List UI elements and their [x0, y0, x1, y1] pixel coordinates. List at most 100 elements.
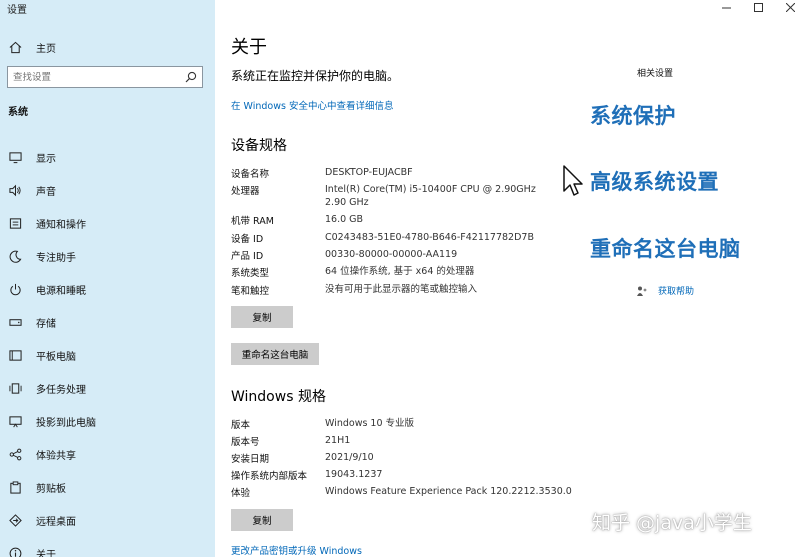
spec-key: 体验: [231, 488, 251, 499]
spec-value: Windows 10 专业版: [325, 418, 415, 429]
multitask-icon: [8, 382, 22, 396]
sidebar-item-about[interactable]: 关于: [8, 537, 96, 557]
spec-value: 00330-80000-00000-AA119: [325, 249, 458, 260]
spec-value: C0243483-51E0-4780-B646-F42117782D7B: [325, 232, 534, 243]
spec-row: 系统类型 64 位操作系统, 基于 x64 的处理器: [231, 265, 540, 279]
sidebar-item-display[interactable]: 显示: [8, 141, 96, 174]
spec-row: 版本号 21H1: [231, 434, 540, 448]
spec-row: 机带 RAM 16.0 GB: [231, 213, 540, 227]
share-icon: [8, 448, 22, 462]
sidebar-item-label: 声音: [36, 187, 56, 198]
spec-key: 笔和触控: [231, 286, 270, 297]
sidebar-item-label: 专注助手: [36, 253, 76, 264]
copy-windows-specs-button[interactable]: 复制: [231, 509, 293, 531]
search-icon[interactable]: [185, 71, 197, 83]
spec-key: 产品 ID: [231, 251, 264, 262]
sidebar-item-focus-assist[interactable]: 专注助手: [8, 240, 96, 273]
minimize-button[interactable]: [710, 0, 742, 14]
copy-device-specs-button[interactable]: 复制: [231, 306, 293, 328]
sidebar-item-label: 主页: [36, 43, 56, 55]
window-title: 设置: [7, 5, 27, 16]
spec-key: 操作系统内部版本: [231, 471, 308, 482]
spec-value: DESKTOP-EUJACBF: [325, 167, 413, 178]
close-button[interactable]: [774, 0, 806, 14]
minimize-icon: [721, 7, 731, 8]
search-input[interactable]: [13, 71, 185, 83]
spec-key: 处理器: [231, 186, 260, 197]
security-center-link[interactable]: 在 Windows 安全中心中查看详细信息: [231, 98, 393, 112]
sidebar-item-label: 存储: [36, 319, 56, 330]
home-icon: [8, 40, 22, 54]
sidebar-item-sound[interactable]: 声音: [8, 174, 96, 207]
spec-row: 设备名称 DESKTOP-EUJACBF: [231, 166, 540, 180]
upgrade-windows-link[interactable]: 更改产品密钥或升级 Windows: [231, 543, 362, 557]
sidebar-item-remote-desktop[interactable]: 远程桌面: [8, 504, 96, 537]
sidebar-item-label: 远程桌面: [36, 517, 76, 528]
spec-value: 64 位操作系统, 基于 x64 的处理器: [325, 266, 475, 277]
sidebar-item-multitasking[interactable]: 多任务处理: [8, 372, 96, 405]
spec-row: 笔和触控 没有可用于此显示器的笔或触控输入: [231, 283, 540, 297]
spec-key: 机带 RAM: [231, 216, 274, 227]
spec-value: Intel(R) Core(TM) i5-10400F CPU @ 2.90GH…: [325, 184, 536, 208]
device-specs-heading: 设备规格: [231, 138, 287, 154]
get-help-link[interactable]: 获取帮助: [658, 284, 694, 297]
remote-desktop-icon: [8, 514, 22, 528]
clipboard-icon: [8, 481, 22, 495]
spec-row: 设备 ID C0243483-51E0-4780-B646-F42117782D…: [231, 231, 540, 245]
watermark: 知乎 @java小学生: [592, 512, 752, 534]
window-controls: [710, 0, 806, 14]
help-icon: [637, 286, 647, 296]
close-icon: [785, 2, 795, 12]
sidebar-item-home[interactable]: 主页: [8, 38, 56, 56]
sidebar-item-notifications[interactable]: 通知和操作: [8, 207, 96, 240]
search-box[interactable]: [7, 66, 203, 88]
sidebar-item-storage[interactable]: 存储: [8, 306, 96, 339]
storage-icon: [8, 316, 22, 330]
spec-key: 安装日期: [231, 454, 270, 465]
page-title: 关于: [231, 37, 267, 58]
sidebar-item-label: 剪贴板: [36, 484, 66, 495]
maximize-icon: [753, 2, 763, 12]
spec-key: 系统类型: [231, 268, 270, 279]
moon-icon: [8, 250, 22, 264]
sidebar-item-tablet[interactable]: 平板电脑: [8, 339, 96, 372]
sidebar-item-label: 通知和操作: [36, 220, 86, 231]
rename-pc-link[interactable]: 重命名这台电脑: [590, 233, 741, 263]
spec-row: 产品 ID 00330-80000-00000-AA119: [231, 248, 540, 262]
maximize-button[interactable]: [742, 0, 774, 14]
spec-row: 操作系统内部版本 19043.1237: [231, 468, 540, 482]
sidebar-item-power[interactable]: 电源和睡眠: [8, 273, 96, 306]
spec-key: 设备名称: [231, 169, 270, 180]
windows-specs-heading: Windows 规格: [231, 389, 326, 405]
sidebar-item-label: 显示: [36, 154, 56, 165]
power-icon: [8, 283, 22, 297]
spec-key: 设备 ID: [231, 234, 264, 245]
notification-icon: [8, 217, 22, 231]
spec-value: 2021/9/10: [325, 452, 374, 463]
get-help-row[interactable]: 获取帮助: [636, 284, 694, 297]
sidebar-item-clipboard[interactable]: 剪贴板: [8, 471, 96, 504]
spec-value: 没有可用于此显示器的笔或触控输入: [325, 284, 478, 295]
sidebar-item-project[interactable]: 投影到此电脑: [8, 405, 96, 438]
sidebar-item-label: 多任务处理: [36, 385, 86, 396]
system-protection-link[interactable]: 系统保护: [590, 100, 676, 130]
spec-row: 版本 Windows 10 专业版: [231, 417, 540, 431]
monitor-icon: [8, 151, 22, 165]
rename-pc-button[interactable]: 重命名这台电脑: [231, 343, 319, 365]
protection-status: 系统正在监控并保护你的电脑。: [231, 69, 400, 83]
related-settings-title: 相关设置: [637, 69, 674, 79]
spec-value: 21H1: [325, 435, 351, 446]
sidebar-item-shared-experiences[interactable]: 体验共享: [8, 438, 96, 471]
tablet-icon: [8, 349, 22, 363]
sidebar-section-label: 系统: [8, 107, 28, 118]
sidebar-item-label: 平板电脑: [36, 352, 76, 363]
spec-value: Windows Feature Experience Pack 120.2212…: [325, 486, 572, 497]
spec-row: 体验 Windows Feature Experience Pack 120.2…: [231, 485, 572, 499]
sidebar-item-label: 电源和睡眠: [36, 286, 86, 297]
spec-key: 版本: [231, 420, 251, 431]
spec-row: 安装日期 2021/9/10: [231, 451, 540, 465]
spec-value: 16.0 GB: [325, 214, 364, 225]
spec-row: 处理器 Intel(R) Core(TM) i5-10400F CPU @ 2.…: [231, 183, 540, 209]
spec-key: 版本号: [231, 437, 260, 448]
advanced-system-settings-link[interactable]: 高级系统设置: [590, 166, 719, 196]
